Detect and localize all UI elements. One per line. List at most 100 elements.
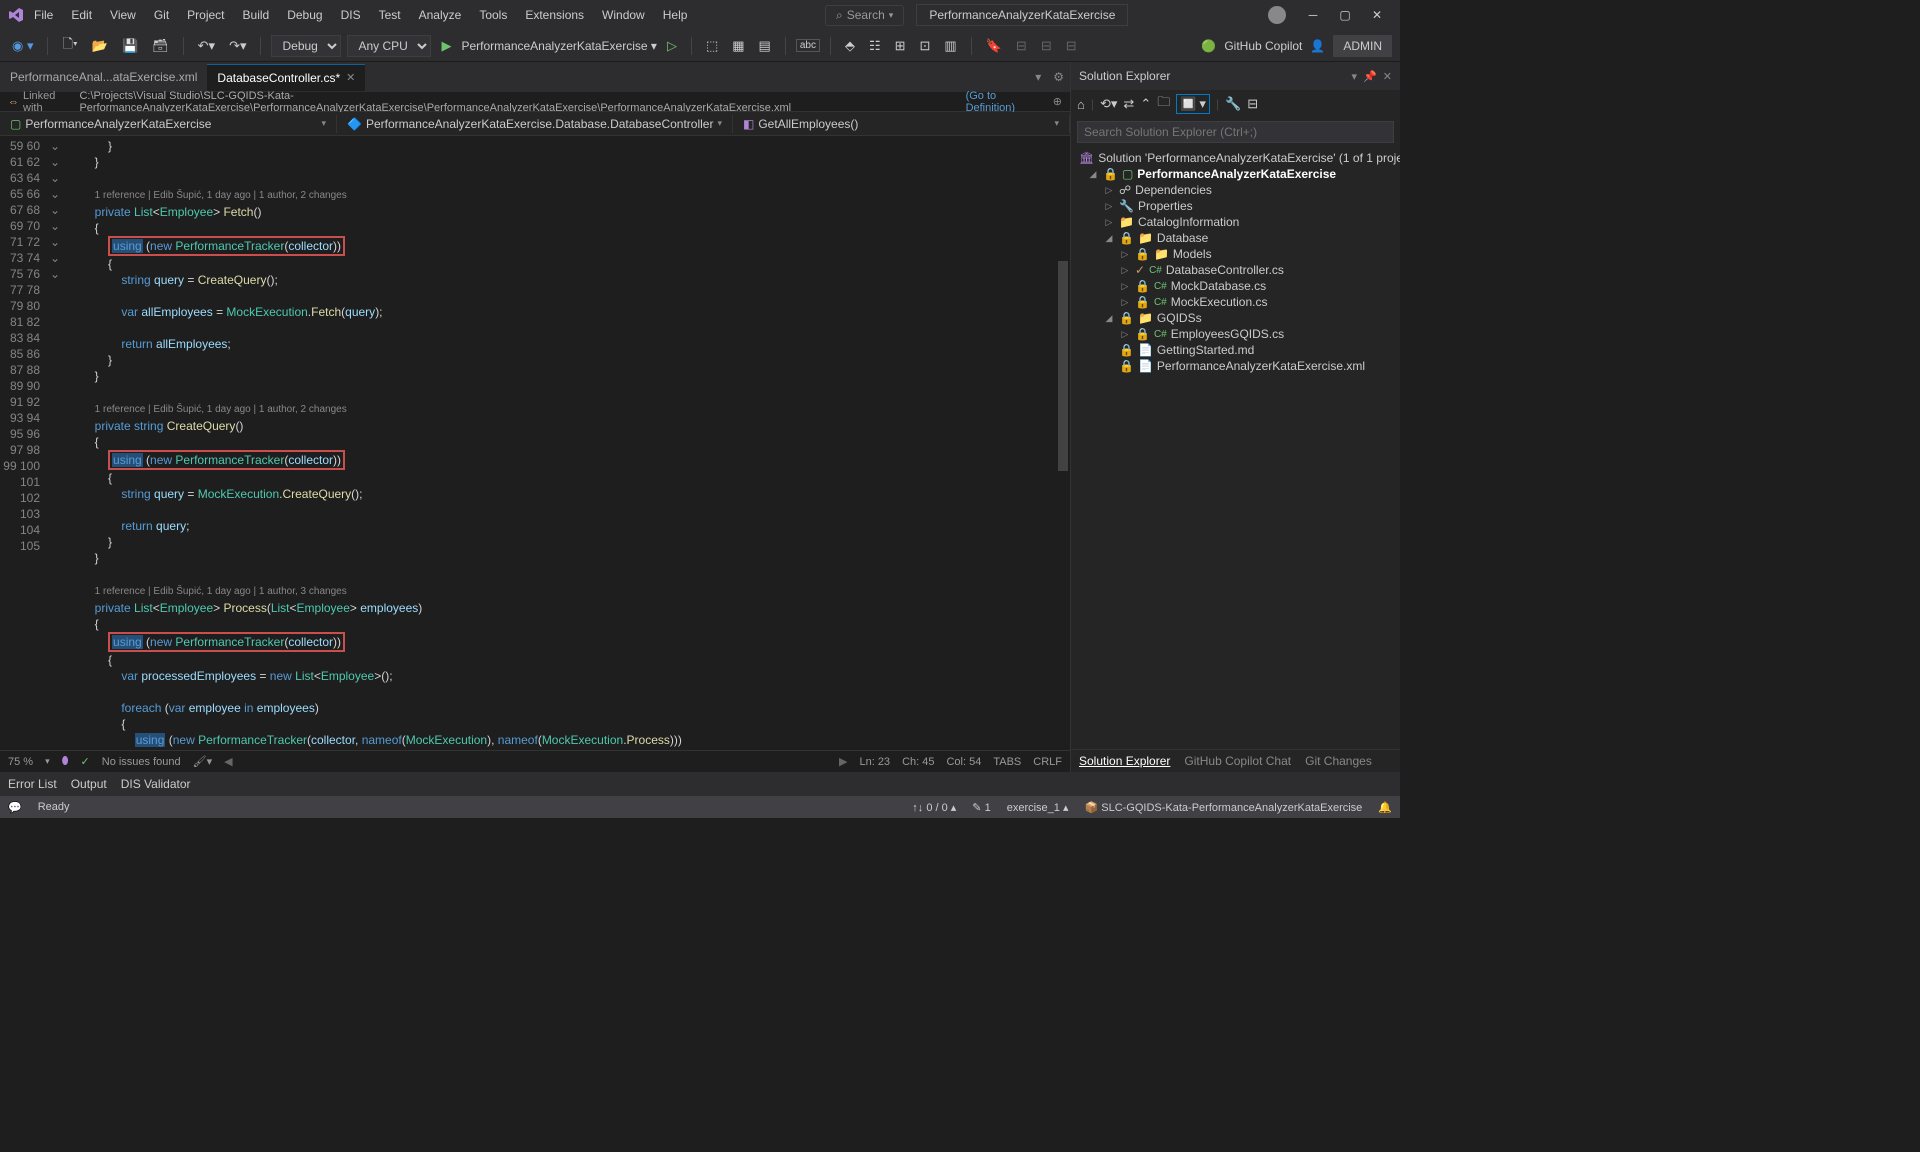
nav-left-icon[interactable]: ◀ [224, 755, 232, 768]
mockexecution-file-node[interactable]: ▷🔒C#MockExecution.cs [1075, 294, 1396, 310]
properties-icon[interactable]: ⊟ [1247, 96, 1258, 112]
undo-icon[interactable]: ↶▾ [194, 36, 219, 56]
menu-edit[interactable]: Edit [63, 4, 100, 26]
nav-scope[interactable]: ▢PerformanceAnalyzerKataExercise▾ [0, 115, 337, 133]
goto-definition-link[interactable]: (Go to Definition) [966, 90, 1045, 114]
tab-solution-explorer[interactable]: Solution Explorer [1079, 754, 1170, 768]
tool-icon-10[interactable]: ⊟ [1037, 36, 1056, 56]
start-debug-button[interactable]: ▶ [437, 36, 455, 56]
view-icon-2[interactable]: ▾ [1199, 96, 1206, 112]
tab-overflow-icon[interactable]: ▾ [1029, 70, 1047, 84]
tool-icon-2[interactable]: ▦ [728, 36, 748, 56]
tool-icon-3[interactable]: ▤ [755, 36, 775, 56]
close-tab-icon[interactable]: ✕ [346, 71, 355, 84]
databasecontroller-file-node[interactable]: ▷✓C#DatabaseController.cs [1075, 262, 1396, 278]
employeesgqids-file-node[interactable]: ▷🔒C#EmployeesGQIDS.cs [1075, 326, 1396, 342]
tab-dis-validator[interactable]: DIS Validator [121, 777, 191, 791]
save-all-icon[interactable]: 🗃 [148, 36, 173, 56]
open-icon[interactable]: 📂 [88, 36, 112, 56]
menu-view[interactable]: View [102, 4, 144, 26]
close-panel-icon[interactable]: ✕ [1383, 70, 1392, 83]
tool-icon-4[interactable]: ⬘ [841, 36, 859, 56]
code-content[interactable]: } } 1 reference | Edib Šupić, 1 day ago … [68, 136, 1056, 750]
gqidss-folder-node[interactable]: ◢🔒📁GQIDSs [1075, 310, 1396, 326]
nav-arrows-icon[interactable]: ↑↓ 0 / 0 ▴ [912, 801, 956, 814]
gettingstarted-file-node[interactable]: ▷🔒📄GettingStarted.md [1075, 342, 1396, 358]
tool-icon-7[interactable]: ⊡ [916, 36, 935, 56]
tab-copilot-chat[interactable]: GitHub Copilot Chat [1184, 754, 1291, 768]
switch-icon[interactable]: ⇄ [1123, 96, 1134, 112]
menu-extensions[interactable]: Extensions [517, 4, 592, 26]
branch-indicator[interactable]: exercise_1 ▴ [1007, 801, 1069, 814]
config-dropdown[interactable]: Debug [271, 35, 341, 57]
close-button[interactable]: ✕ [1362, 8, 1392, 22]
start-nodebdebug-button[interactable]: ▷ [663, 36, 681, 56]
user-avatar[interactable] [1268, 6, 1286, 24]
database-folder-node[interactable]: ◢🔒📁Database [1075, 230, 1396, 246]
pin-icon[interactable]: 📌 [1363, 70, 1377, 83]
tool-icon-8[interactable]: ▥ [940, 36, 960, 56]
panel-dropdown-icon[interactable]: ▾ [1352, 70, 1358, 83]
home-icon[interactable]: ⌂ [1077, 97, 1085, 112]
menu-debug[interactable]: Debug [279, 4, 330, 26]
collapse-icon[interactable]: ⌃ [1140, 96, 1151, 112]
project-node[interactable]: ◢🔒▢PerformanceAnalyzerKataExercise [1075, 166, 1396, 182]
models-folder-node[interactable]: ▷🔒📁Models [1075, 246, 1396, 262]
copilot-label[interactable]: GitHub Copilot [1224, 39, 1302, 53]
redo-icon[interactable]: ↷▾ [225, 36, 250, 56]
run-target[interactable]: PerformanceAnalyzerKataExercise ▾ [461, 39, 656, 53]
show-all-icon[interactable]: 🗀 [1157, 93, 1170, 115]
wrench-icon[interactable]: 🔧 [1225, 96, 1241, 112]
menu-test[interactable]: Test [371, 4, 409, 26]
bookmark-icon[interactable]: 🔖 [982, 36, 1006, 56]
tool-icon-11[interactable]: ⊟ [1062, 36, 1081, 56]
line-ending[interactable]: CRLF [1033, 756, 1062, 768]
global-search[interactable]: ⌕ Search ▾ [825, 5, 904, 26]
tab-git-changes[interactable]: Git Changes [1305, 754, 1372, 768]
menu-tools[interactable]: Tools [471, 4, 515, 26]
tab-output[interactable]: Output [71, 777, 107, 791]
menu-build[interactable]: Build [235, 4, 278, 26]
abc-icon[interactable]: abc [796, 39, 820, 52]
scrollbar-thumb[interactable] [1058, 261, 1068, 471]
sync-icon[interactable]: ⟲▾ [1100, 96, 1117, 112]
menu-project[interactable]: Project [179, 4, 232, 26]
issues-label[interactable]: No issues found [102, 756, 181, 768]
save-icon[interactable]: 💾 [118, 36, 142, 56]
menu-help[interactable]: Help [655, 4, 696, 26]
output-icon[interactable]: 💬 [8, 801, 22, 814]
bell-icon[interactable]: 🔔 [1378, 801, 1392, 814]
menu-git[interactable]: Git [146, 4, 177, 26]
solution-search-input[interactable] [1077, 121, 1394, 143]
nav-class[interactable]: 🔷PerformanceAnalyzerKataExercise.Databas… [337, 115, 733, 133]
tab-settings-icon[interactable]: ⚙ [1047, 70, 1070, 84]
dependencies-node[interactable]: ▷☍Dependencies [1075, 182, 1396, 198]
tab-xml[interactable]: PerformanceAnal...ataExercise.xml [0, 64, 207, 90]
xml-file-node[interactable]: ▷🔒📄PerformanceAnalyzerKataExercise.xml [1075, 358, 1396, 374]
menu-dis[interactable]: DIS [333, 4, 369, 26]
catalog-node[interactable]: ▷📁CatalogInformation [1075, 214, 1396, 230]
new-item-icon[interactable]: 🗋▾ [58, 33, 81, 59]
nav-right-icon[interactable]: ▶ [839, 755, 847, 768]
fold-gutter[interactable]: ⌄ ⌄ ⌄ ⌄ ⌄ ⌄ ⌄ ⌄ ⌄ [50, 136, 68, 750]
brush-icon[interactable]: 🖌▾ [193, 755, 213, 768]
editor-scrollbar[interactable] [1056, 136, 1070, 750]
maximize-button[interactable]: ▢ [1330, 8, 1360, 22]
menu-analyze[interactable]: Analyze [411, 4, 470, 26]
menu-window[interactable]: Window [594, 4, 653, 26]
share-icon[interactable]: 👤 [1310, 39, 1325, 53]
zoom-level[interactable]: 75 % [8, 756, 33, 768]
code-editor[interactable]: 59 60 61 62 63 64 65 66 67 68 69 70 71 7… [0, 136, 1070, 750]
indent-mode[interactable]: TABS [993, 756, 1021, 768]
tab-databasecontroller[interactable]: DatabaseController.cs*✕ [207, 64, 365, 91]
properties-node[interactable]: ▷🔧Properties [1075, 198, 1396, 214]
repo-indicator[interactable]: 📦 SLC-GQIDS-Kata-PerformanceAnalyzerKata… [1084, 801, 1362, 814]
view-icon-1[interactable]: 🔲 [1180, 96, 1196, 112]
project-selector[interactable]: PerformanceAnalyzerKataExercise [916, 4, 1128, 26]
tool-icon-9[interactable]: ⊟ [1012, 36, 1031, 56]
menu-file[interactable]: File [26, 4, 61, 26]
pen-icon[interactable]: ✎ 1 [972, 801, 990, 814]
add-icon[interactable]: ⊕ [1053, 95, 1062, 108]
mockdatabase-file-node[interactable]: ▷🔒C#MockDatabase.cs [1075, 278, 1396, 294]
nav-back-icon[interactable]: ◉ ▾ [8, 36, 37, 56]
